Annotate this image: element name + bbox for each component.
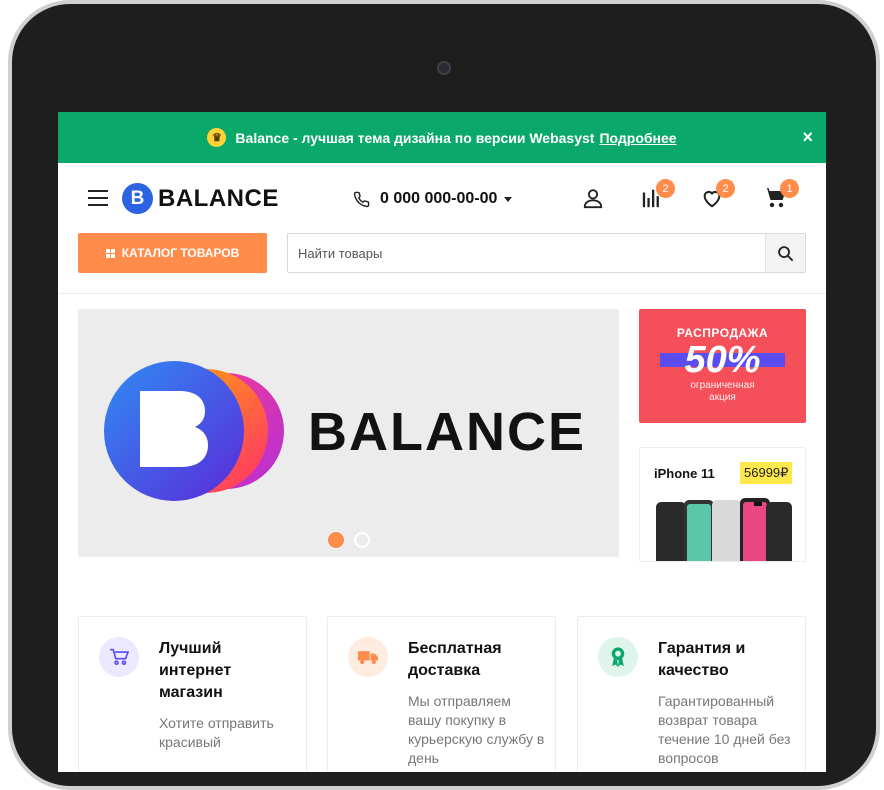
phone-dropdown[interactable]: 0 000 000-00-00 [353, 190, 513, 208]
cart-icon [99, 637, 139, 677]
slider-dot-2[interactable] [354, 532, 370, 548]
sale-percent: 50% [639, 340, 806, 380]
award-icon [598, 637, 638, 677]
favorites-count-badge: 2 [716, 179, 735, 198]
logo-badge: B [122, 183, 153, 214]
crown-icon: ♛ [207, 128, 227, 147]
logo-text: BALANCE [158, 184, 279, 212]
cart-count-badge: 1 [780, 179, 799, 198]
phone-icon [353, 191, 370, 207]
feature-title: Лучший интернет магазин [159, 640, 232, 701]
search-row: КАТАЛОГ ТОВАРОВ [58, 233, 826, 294]
menu-icon[interactable] [88, 190, 108, 206]
truck-icon [348, 637, 388, 677]
compare-count-badge: 2 [656, 179, 675, 198]
cart-button[interactable]: 1 [763, 179, 799, 214]
sale-banner[interactable]: РАСПРОДАЖА 50% ограниченная акция [639, 309, 806, 423]
feature-title: Бесплатная доставка [408, 640, 502, 679]
product-banner[interactable]: iPhone 11 56999₽ [639, 447, 806, 562]
phones-image [656, 498, 792, 561]
feature-card-1: Лучший интернет магазин Хотите отправить… [78, 616, 307, 772]
product-name: iPhone 11 [654, 466, 715, 481]
sale-title: РАСПРОДАЖА [676, 326, 769, 340]
feature-text: Мы отправляем вашу покупку в курьерскую … [408, 693, 545, 766]
feature-card-2: Бесплатная доставка Мы отправляем вашу п… [327, 616, 556, 772]
balance-logo-graphic [104, 361, 284, 501]
search-button[interactable] [765, 234, 805, 272]
feature-title: Гарантия и качество [658, 640, 746, 679]
logo[interactable]: B BALANCE [122, 183, 279, 214]
user-icon[interactable] [582, 187, 604, 214]
sale-subtitle-line2: акция [709, 392, 736, 403]
hero-title: BALANCE [308, 402, 586, 462]
feature-text: Гарантированный возврат товара течение 1… [658, 693, 791, 766]
header: B BALANCE 0 000 000-00-00 2 2 1 [58, 163, 826, 233]
search-icon [778, 245, 794, 261]
sale-subtitle-line1: ограниченная [690, 380, 755, 391]
favorites-button[interactable]: 2 [701, 179, 735, 214]
promo-text: Balance - лучшая тема дизайна по версии … [235, 129, 595, 146]
promo-more-link[interactable]: Подробнее [599, 130, 676, 146]
promo-bar: ♛ Balance - лучшая тема дизайна по верси… [58, 112, 826, 163]
search-input[interactable] [288, 234, 765, 272]
catalog-button[interactable]: КАТАЛОГ ТОВАРОВ [78, 233, 267, 273]
grid-icon [105, 248, 115, 258]
screen: ♛ Balance - лучшая тема дизайна по верси… [58, 112, 826, 772]
search-box [287, 233, 806, 273]
compare-button[interactable]: 2 [641, 179, 675, 214]
phone-number: 0 000 000-00-00 [380, 190, 498, 207]
close-icon[interactable]: × [802, 127, 813, 148]
slider-dot-1[interactable] [328, 532, 344, 548]
product-price: 56999₽ [740, 462, 793, 484]
chevron-down-icon [504, 196, 513, 202]
catalog-button-label: КАТАЛОГ ТОВАРОВ [121, 246, 240, 260]
feature-card-3: Гарантия и качество Гарантированный возв… [577, 616, 806, 772]
hero-slider[interactable]: BALANCE [78, 309, 619, 557]
feature-text: Хотите отправить красивый [159, 715, 274, 750]
camera [437, 61, 451, 75]
